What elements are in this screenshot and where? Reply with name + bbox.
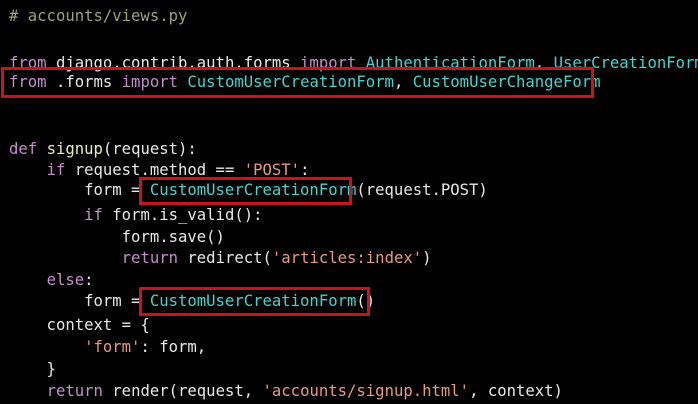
code-token-keyword: import (121, 73, 179, 91)
code-token-plain: : (84, 271, 94, 289)
code-token-string: 'form' (84, 338, 141, 356)
code-token-func: signup (46, 140, 103, 158)
code-token-plain: () (356, 292, 376, 310)
code-token-keyword: from (9, 73, 47, 91)
code-token-plain: : form, (140, 338, 207, 356)
code-token-keyword: if (46, 161, 66, 179)
code-token-keyword: def (9, 140, 38, 158)
code-token-class: CustomUserCreationForm (149, 181, 357, 199)
code-line: context = { (9, 313, 150, 337)
code-line: # accounts/views.py (9, 4, 187, 28)
code-token-plain: context = { (9, 316, 150, 334)
code-line: } (9, 357, 56, 381)
code-token-string: 'POST' (243, 161, 301, 179)
code-line: 'form': form, (9, 335, 206, 359)
code-token-plain: form.save() (9, 228, 225, 246)
code-line: from .forms import CustomUserCreationFor… (9, 70, 601, 94)
code-token-plain: form = (9, 292, 150, 310)
code-editor: # accounts/views.py from django.contrib.a… (0, 0, 698, 404)
code-token-class: CustomUserCreationForm (149, 292, 357, 310)
code-token-plain: , context) (469, 382, 563, 400)
code-line: return redirect('articles:index') (9, 246, 432, 270)
code-line: form = CustomUserCreationForm() (9, 289, 375, 313)
code-token-plain: , (393, 73, 413, 91)
code-token-class: CustomUserCreationForm (187, 73, 394, 91)
code-token-string: 'articles:index' (271, 249, 423, 267)
code-token-comment: # accounts/views.py (9, 7, 188, 25)
code-token-keyword: return (46, 382, 103, 400)
code-token-class: CustomUserChangeForm (412, 73, 601, 91)
code-token-plain: form = (9, 181, 150, 199)
code-token-plain: redirect( (178, 249, 272, 267)
code-token-plain: .forms (46, 73, 122, 91)
code-token-plain: form.is_valid(): (102, 206, 263, 224)
code-token-string: 'accounts/signup.html' (262, 382, 470, 400)
code-token-plain: : (300, 161, 310, 179)
code-token-plain: } (9, 360, 56, 378)
code-line: if form.is_valid(): (9, 203, 263, 227)
code-line: form = CustomUserCreationForm(request.PO… (9, 178, 488, 202)
code-token-keyword: if (84, 206, 103, 224)
code-token-keyword: else (46, 271, 85, 289)
code-line: return render(request, 'accounts/signup.… (9, 379, 563, 403)
code-token-plain: (request): (102, 140, 197, 158)
code-token-plain: render(request, (102, 382, 263, 400)
code-token-plain: ) (422, 249, 432, 267)
code-token-plain: request.method == (65, 161, 244, 179)
code-token-keyword: return (121, 249, 179, 267)
code-token-plain: (request.POST) (356, 181, 488, 199)
